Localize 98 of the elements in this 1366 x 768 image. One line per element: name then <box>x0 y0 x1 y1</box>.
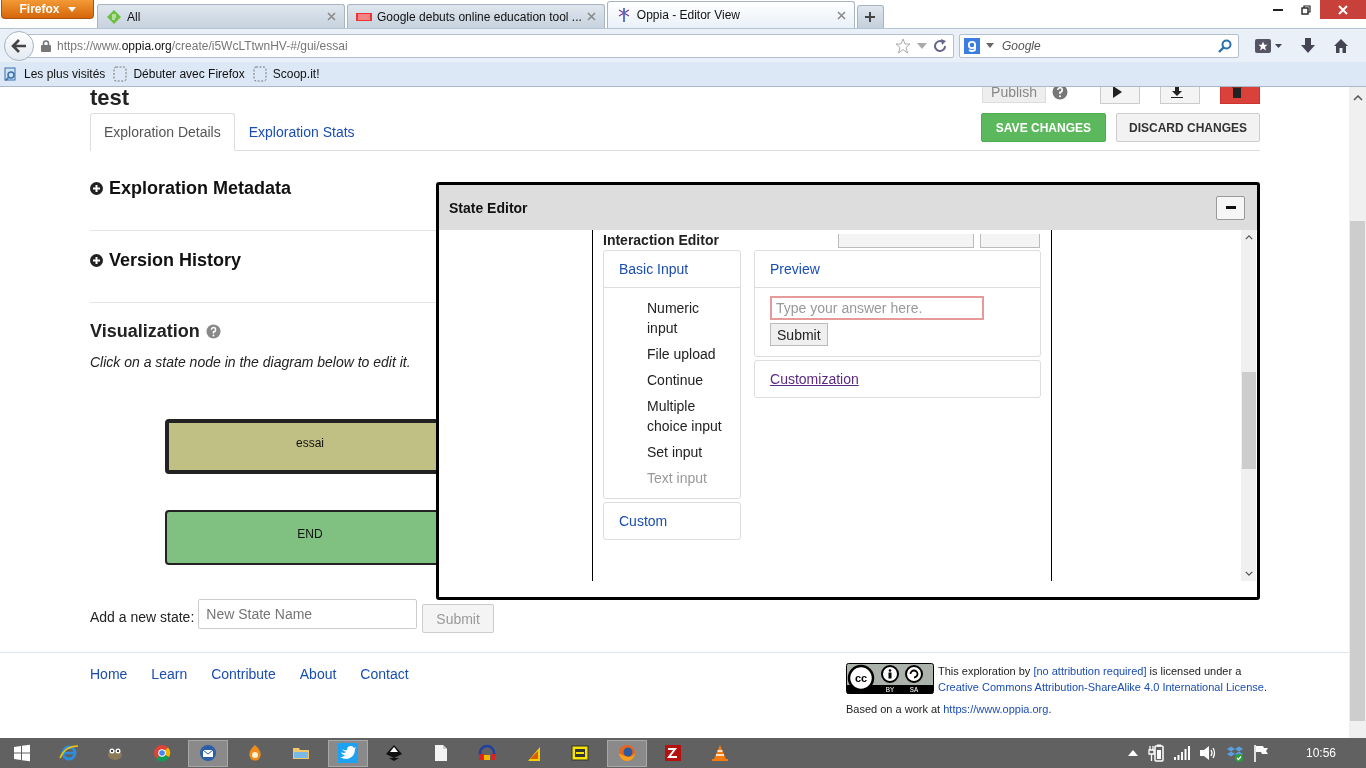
scrollbar-thumb[interactable] <box>1350 221 1365 721</box>
taskbar-app[interactable] <box>327 739 368 767</box>
cone-icon <box>709 743 730 763</box>
blank-page-icon <box>113 66 128 82</box>
exploration-title: test <box>90 87 130 109</box>
flag-icon[interactable] <box>1252 744 1269 762</box>
license-text: Based on a work at https://www.oppia.org. <box>846 702 1053 717</box>
footer-link[interactable]: About <box>299 666 337 717</box>
panel-title[interactable]: Basic Input <box>604 251 741 288</box>
address-field[interactable]: https://www.oppia.org/create/i5WcLTtwnHV-#/gui/essai <box>28 33 954 58</box>
footer-link[interactable]: Learn <box>151 666 188 717</box>
close-icon[interactable] <box>836 10 846 20</box>
section-header[interactable]: Version History <box>90 250 242 271</box>
scrollbar[interactable] <box>1241 230 1256 581</box>
back-arrow-icon <box>11 38 27 53</box>
restore-icon <box>1301 4 1311 15</box>
taskbar-app[interactable] <box>188 739 228 767</box>
interaction-option[interactable]: Continue <box>647 370 727 390</box>
section-title: Visualization <box>90 321 200 342</box>
bookmark-link[interactable]: Débuter avec Firefox <box>113 66 245 82</box>
bookmark-star-icon <box>1255 38 1283 53</box>
minimize-button[interactable] <box>1216 195 1245 220</box>
battery-icon[interactable] <box>1146 744 1165 762</box>
footer-link[interactable]: Home <box>90 666 128 717</box>
submit-button[interactable]: Submit <box>770 323 828 346</box>
answer-field[interactable]: Type your answer here. <box>770 296 985 320</box>
help-icon[interactable] <box>1052 87 1068 100</box>
footer-link[interactable]: Contribute <box>211 666 276 717</box>
box-sync-icon[interactable] <box>1225 744 1244 762</box>
dropdown-icon[interactable] <box>986 43 994 48</box>
star-icon[interactable] <box>895 37 911 54</box>
tab[interactable]: Exploration Stats <box>234 113 369 151</box>
editor-heading: Interaction Editor <box>603 232 719 248</box>
download-icon <box>1171 87 1183 98</box>
minimize-icon <box>1273 8 1283 11</box>
browser-tab[interactable]: Google debuts online education tool ... <box>347 4 605 28</box>
envelope-icon <box>198 743 218 763</box>
blank-page-icon <box>252 66 267 82</box>
feed-icon <box>106 8 122 25</box>
search-engine-icon[interactable] <box>964 37 980 54</box>
plus-circle-icon <box>90 182 103 195</box>
trash-icon <box>1232 87 1242 98</box>
panel-title[interactable]: Preview <box>755 251 1040 288</box>
panel-title[interactable]: Custom <box>604 503 741 539</box>
signal-icon[interactable] <box>1173 746 1190 760</box>
bookmark-link[interactable]: Les plus visités <box>4 67 106 81</box>
search-icon[interactable] <box>1218 38 1232 53</box>
help-icon[interactable] <box>205 324 221 339</box>
instruction-text: Click on a state node in the diagram below to edit it. <box>90 354 411 370</box>
tab[interactable]: Exploration Details <box>90 113 235 151</box>
play-icon <box>1112 87 1122 98</box>
back-button[interactable] <box>4 30 34 61</box>
wheel-icon <box>151 743 172 763</box>
interaction-option[interactable]: Multiple choice input <box>647 396 727 436</box>
download-icon <box>1301 37 1315 54</box>
license-link[interactable]: [no attribution required] <box>1033 665 1147 677</box>
swirl-icon <box>58 743 79 763</box>
scrollbar[interactable] <box>1349 87 1366 738</box>
license-link[interactable]: Creative Commons Attribution-ShareAlike 4.0 International License <box>938 681 1264 693</box>
plus-icon <box>864 11 877 23</box>
new-tab-button[interactable] <box>856 5 884 28</box>
close-icon[interactable] <box>327 12 336 21</box>
search-field[interactable]: Google <box>1000 37 1212 54</box>
volume-icon[interactable] <box>1198 745 1217 761</box>
caret-icon <box>67 6 76 12</box>
scrollbar-thumb[interactable] <box>1241 372 1256 469</box>
card-icon <box>570 743 590 763</box>
bookmark-link[interactable]: Scoop.it! <box>252 66 320 82</box>
field-label: Add a new state: <box>90 609 195 625</box>
lock-icon <box>41 39 51 52</box>
close-icon[interactable] <box>586 12 596 21</box>
globe-icon <box>616 743 637 763</box>
license-text: This exploration by [no attribution required] is licensed under a Creative Commons Attribution-ShareAlike 4.0 International License. <box>938 664 1268 695</box>
headphones-icon <box>477 743 497 763</box>
zigzag-icon <box>663 743 683 763</box>
minus-icon <box>1225 206 1236 209</box>
search-bar[interactable]: Google <box>959 33 1239 58</box>
clock[interactable]: 10:56 <box>1305 746 1336 760</box>
browser-tab[interactable]: Oppia - Editor View <box>606 1 855 28</box>
close-button[interactable] <box>1320 0 1366 19</box>
close-icon <box>1338 4 1348 15</box>
diamond-icon <box>384 743 404 763</box>
customization-link[interactable]: Customization <box>770 371 859 387</box>
browser-tab[interactable]: All <box>97 4 345 28</box>
page-search-icon <box>4 67 18 81</box>
dialog-title: State Editor <box>449 199 528 216</box>
interaction-option[interactable]: Set input <box>647 442 727 462</box>
footer-link[interactable]: Contact <box>360 666 409 717</box>
interaction-option[interactable]: Numeric input <box>647 298 727 338</box>
chevron-up-icon[interactable] <box>1127 750 1138 756</box>
interaction-option[interactable]: File upload <box>647 344 727 364</box>
start-icon <box>12 743 32 763</box>
home-icon <box>1333 37 1349 54</box>
discard-changes-button[interactable]: DISCARD CHANGES <box>1116 113 1260 142</box>
bird-icon <box>337 743 358 763</box>
plus-circle-icon <box>90 254 103 267</box>
section-header[interactable]: Exploration Metadata <box>90 178 292 199</box>
reload-icon[interactable] <box>933 38 947 53</box>
